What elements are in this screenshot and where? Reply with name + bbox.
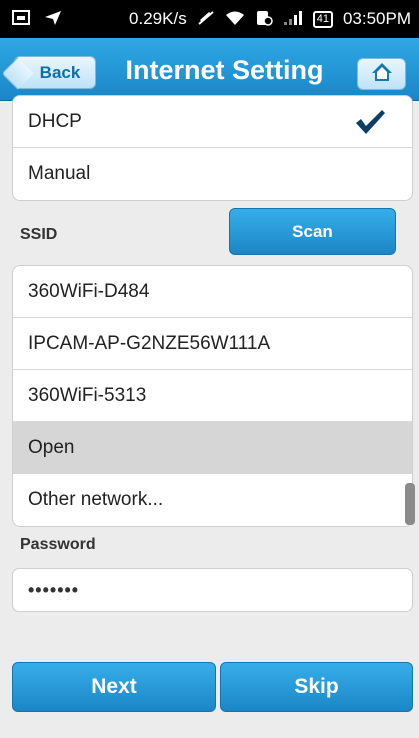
network-item-other[interactable]: Other network... (13, 474, 412, 526)
mute-icon (197, 10, 215, 29)
network-item-360wifi-d484[interactable]: 360WiFi-D484 (13, 266, 412, 318)
network-list-scrollbar[interactable] (405, 483, 415, 525)
skip-button-label: Skip (294, 675, 339, 698)
battery-icon: 41 (312, 10, 333, 28)
location-icon (44, 10, 62, 29)
network-item-ipcam-ap[interactable]: IPCAM-AP-G2NZE56W111A (13, 318, 412, 370)
next-button-label: Next (91, 675, 137, 698)
ip-mode-list: DHCP Manual (12, 95, 413, 201)
checkmark-icon (354, 109, 386, 141)
scan-button[interactable]: Scan (229, 208, 396, 255)
network-name: 360WiFi-D484 (28, 280, 150, 302)
wifi-icon (225, 10, 245, 29)
home-icon (371, 62, 393, 87)
home-button[interactable] (357, 58, 406, 90)
scan-button-label: Scan (292, 221, 333, 241)
network-name: IPCAM-AP-G2NZE56W111A (28, 332, 271, 354)
password-label: Password (20, 536, 96, 553)
sim-off-icon (255, 10, 273, 29)
option-manual[interactable]: Manual (13, 148, 412, 200)
app-header: Back Internet Setting (0, 38, 419, 101)
page-title: Internet Setting (125, 55, 324, 85)
back-button-label: Back (39, 62, 81, 82)
clock: 03:50PM (342, 9, 411, 28)
network-name: Open (28, 436, 75, 458)
network-item-360wifi-5313[interactable]: 360WiFi-5313 (13, 370, 412, 422)
ssid-label: SSID (20, 226, 58, 243)
network-name: Other network... (28, 489, 164, 510)
network-name: 360WiFi-5313 (28, 384, 147, 406)
next-button[interactable]: Next (12, 662, 216, 712)
status-bar: 0.29K/s 41 03:50PM (0, 0, 419, 38)
network-list: 360WiFi-D484 IPCAM-AP-G2NZE56W111A 360Wi… (12, 265, 413, 527)
option-label: DHCP (28, 110, 82, 132)
network-item-open[interactable]: Open (13, 422, 412, 474)
screenshot-icon (12, 10, 30, 28)
option-label: Manual (28, 163, 91, 184)
signal-icon (283, 10, 303, 29)
password-field[interactable]: ••••••• (12, 568, 413, 612)
back-button[interactable]: Back (14, 56, 96, 89)
network-speed: 0.29K/s (129, 9, 187, 28)
skip-button[interactable]: Skip (220, 662, 413, 712)
option-dhcp[interactable]: DHCP (13, 96, 412, 148)
